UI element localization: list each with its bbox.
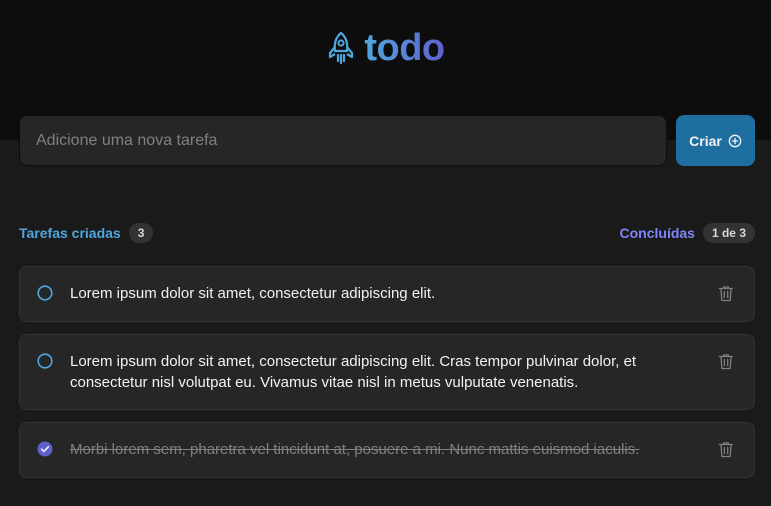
created-counter: Tarefas criadas 3 (19, 223, 154, 243)
created-count-badge: 3 (128, 223, 154, 243)
done-count-badge: 1 de 3 (702, 223, 755, 243)
delete-task-button[interactable] (714, 437, 738, 461)
task-text: Lorem ipsum dolor sit amet, consectetur … (70, 285, 436, 302)
task-list: Lorem ipsum dolor sit amet, consectetur … (19, 266, 755, 478)
delete-task-button[interactable] (714, 281, 738, 305)
created-label: Tarefas criadas (19, 225, 121, 241)
trash-icon (718, 353, 734, 369)
task-item: Lorem ipsum dolor sit amet, consectetur … (19, 266, 755, 322)
done-label: Concluídas (619, 225, 695, 241)
done-counter: Concluídas 1 de 3 (619, 223, 755, 243)
trash-icon (718, 285, 734, 301)
create-button[interactable]: Criar (676, 115, 755, 166)
task-text: Morbi lorem sem, pharetra vel tincidunt … (70, 441, 640, 458)
plus-circle-icon (728, 134, 742, 147)
checked-circle-icon[interactable] (36, 440, 54, 458)
unchecked-circle-icon[interactable] (36, 284, 54, 302)
rocket-icon (329, 31, 354, 65)
delete-task-button[interactable] (714, 349, 738, 373)
new-task-input[interactable] (19, 115, 667, 166)
task-item-completed: Morbi lorem sem, pharetra vel tincidunt … (19, 422, 755, 478)
app-title: todo (364, 27, 445, 69)
logo: todo (0, 26, 771, 70)
trash-icon (718, 441, 734, 457)
unchecked-circle-icon[interactable] (36, 352, 54, 370)
new-task-form: Criar (19, 115, 755, 166)
task-counters: Tarefas criadas 3 Concluídas 1 de 3 (19, 222, 755, 244)
task-item: Lorem ipsum dolor sit amet, consectetur … (19, 334, 755, 410)
create-button-label: Criar (689, 132, 722, 149)
task-text: Lorem ipsum dolor sit amet, consectetur … (70, 353, 637, 391)
